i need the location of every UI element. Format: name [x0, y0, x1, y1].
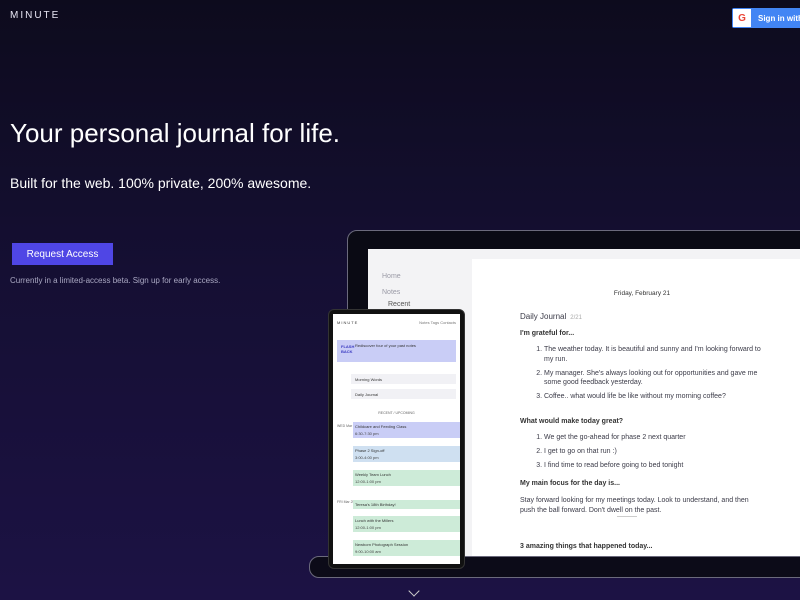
- list-item: The weather today. It is beautiful and s…: [544, 345, 764, 365]
- brand-logo[interactable]: MINUTE: [10, 10, 60, 21]
- event-item: Weekly Team Lunch 12:00-1:00 pm: [353, 470, 460, 486]
- event-item: Childcare and Feeding Class 6:30-7:30 pm: [353, 422, 460, 438]
- focus-text: Stay forward looking for my meetings tod…: [520, 497, 749, 514]
- heading-amazing: 3 amazing things that happened today...: [520, 543, 653, 550]
- divider: [617, 516, 637, 517]
- sidebar-item-notes: Notes: [382, 289, 401, 296]
- google-icon: G: [733, 9, 751, 27]
- recent-upcoming-tabs: RECENT / UPCOMING: [378, 411, 415, 415]
- heading-focus: My main focus for the day is...: [520, 480, 620, 487]
- row-morning-words: Morning Words: [351, 374, 456, 384]
- list-item: We get the go-ahead for phase 2 next qua…: [544, 433, 764, 443]
- day-label: FRI Mar 25: [337, 500, 355, 504]
- list-item: Coffee.. what would life be like without…: [544, 392, 764, 402]
- phone-nav: Notes Tags Contacts: [419, 320, 456, 325]
- sidebar-item-home: Home: [382, 273, 401, 280]
- sidebar-item-recent: Recent: [388, 301, 411, 308]
- hero-subtitle: Built for the web. 100% private, 200% aw…: [10, 175, 312, 191]
- flashback-label: FLASH BACK: [341, 344, 355, 355]
- list-item: My manager. She's always looking out for…: [544, 369, 764, 389]
- list-item: I find time to read before going to bed …: [544, 461, 764, 471]
- google-signin-button[interactable]: G Sign in with G: [732, 8, 800, 28]
- hero-title: Your personal journal for life.: [10, 118, 341, 148]
- event-item: Teresa's 18th Birthday!: [353, 500, 460, 509]
- flashback-text: Rediscover four of your past notes: [355, 343, 416, 348]
- chevron-down-icon[interactable]: [408, 585, 420, 597]
- heading-grateful: I'm grateful for...: [520, 330, 575, 337]
- grateful-list: The weather today. It is beautiful and s…: [532, 345, 764, 406]
- phone-brand: MINUTE: [337, 320, 359, 325]
- great-list: We get the go-ahead for phase 2 next qua…: [532, 433, 764, 474]
- event-item: Lunch with the Millers 12:00-1:00 pm: [353, 516, 460, 532]
- row-daily-journal: Daily Journal: [351, 389, 456, 399]
- list-item: I get to go on that run :): [544, 447, 764, 457]
- flashback-card: FLASH BACK Rediscover four of your past …: [337, 340, 456, 362]
- phone-mockup: MINUTE Notes Tags Contacts FLASH BACK Re…: [328, 309, 465, 569]
- journal-document: Friday, February 21 Daily Journal 2/21 I'…: [472, 259, 800, 569]
- event-item: Phase 2 Sign-off 3:00-4:00 pm: [353, 446, 460, 462]
- beta-note: Currently in a limited-access beta. Sign…: [10, 276, 221, 285]
- heading-great: What would make today great?: [520, 418, 624, 425]
- request-access-button[interactable]: Request Access: [12, 243, 113, 265]
- event-item: Newborn Photograph Session 9:00-10:00 am: [353, 540, 460, 556]
- phone-screen: MINUTE Notes Tags Contacts FLASH BACK Re…: [333, 314, 460, 564]
- doc-page: 2/21: [570, 315, 582, 321]
- signin-label: Sign in with G: [758, 13, 800, 23]
- doc-title: Daily Journal 2/21: [520, 312, 582, 321]
- doc-date: Friday, February 21: [613, 290, 671, 297]
